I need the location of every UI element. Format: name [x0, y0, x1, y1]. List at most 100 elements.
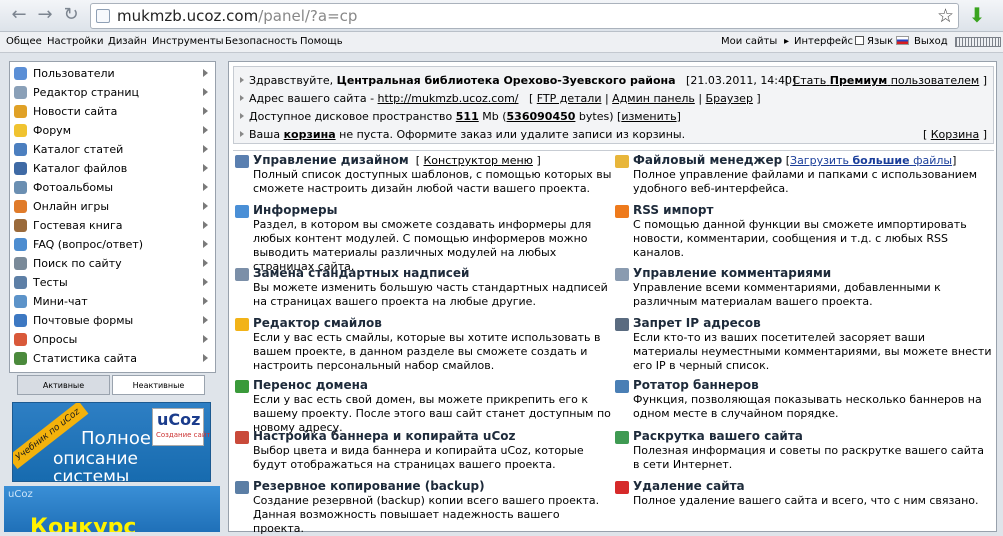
sidebar-item[interactable]: Каталог файлов: [10, 159, 215, 178]
smile-icon: [235, 318, 249, 331]
reload-icon[interactable]: ↻: [60, 4, 82, 26]
disk-change-link[interactable]: изменить: [621, 110, 676, 123]
submenu-arrow-icon: [203, 316, 208, 324]
module-cell: Перенос домена Если у вас есть свой домен…: [235, 377, 615, 434]
sidebar-item[interactable]: Мини-чат: [10, 292, 215, 311]
address-bar[interactable]: mukmzb.ucoz.com/panel/?a=cp ☆: [90, 3, 959, 29]
chat-icon: [14, 295, 27, 308]
greeting-datetime: [21.03.2011, 14:40]: [686, 74, 797, 87]
sidebar-item[interactable]: Поиск по сайту: [10, 254, 215, 273]
sidebar-item[interactable]: Редактор страниц: [10, 83, 215, 102]
submenu-arrow-icon: [203, 145, 208, 153]
module-title-link[interactable]: Перенос домена: [253, 378, 368, 392]
sidebar-item[interactable]: FAQ (вопрос/ответ): [10, 235, 215, 254]
banner-line2: описание системы: [53, 449, 138, 482]
sidebar-item-label: Мини-чат: [33, 295, 88, 308]
menu-constructor-link[interactable]: Конструктор меню: [423, 154, 532, 167]
guestbook-icon: [14, 219, 27, 232]
menu-language[interactable]: Язык: [867, 36, 910, 48]
module-title-link[interactable]: RSS импорт: [633, 203, 713, 217]
ucoz-manual-banner[interactable]: Учебник по uCoz uCoz Создание сайтов Пол…: [12, 402, 211, 482]
menu-interface[interactable]: Интерфейс: [794, 36, 865, 48]
menu-language-label: Язык: [867, 36, 894, 47]
module-cell: RSS импорт С помощью данной функции вы см…: [615, 202, 995, 259]
module-title-link[interactable]: Резервное копирование (backup): [253, 479, 485, 493]
sidebar-item[interactable]: Форум: [10, 121, 215, 140]
cart-word[interactable]: корзина: [284, 128, 336, 141]
module-title-link[interactable]: Раскрутка вашего сайта: [633, 429, 803, 443]
mail-icon: [14, 314, 27, 327]
sidebar-item[interactable]: Фотоальбомы: [10, 178, 215, 197]
resize-handle-icon[interactable]: [955, 37, 1001, 47]
sidebar-item[interactable]: Статистика сайта: [10, 349, 215, 368]
contest-banner[interactable]: uCoz Конкурс: [4, 486, 220, 532]
submenu-arrow-icon: [203, 202, 208, 210]
back-arrow-icon[interactable]: ←: [8, 4, 30, 26]
tab-inactive[interactable]: Неактивные: [112, 375, 205, 395]
module-description: Полный список доступных шаблонов, с помо…: [253, 168, 612, 195]
module-title-link[interactable]: Ротатор баннеров: [633, 378, 759, 392]
module-cell: Редактор смайлов Если у вас есть смайлы, …: [235, 315, 615, 372]
pages-icon: [14, 86, 27, 99]
module-title-link[interactable]: Замена стандартных надписей: [253, 266, 469, 280]
module-title-link[interactable]: Настройка баннера и копирайта uCoz: [253, 429, 516, 443]
module-title-link[interactable]: Запрет IP адресов: [633, 316, 761, 330]
module-title-link[interactable]: Управление комментариями: [633, 266, 831, 280]
tab-active[interactable]: Активные: [17, 375, 110, 395]
sidebar-item-label: Тесты: [33, 276, 68, 289]
module-title-link[interactable]: Редактор смайлов: [253, 316, 382, 330]
sidebar-item-label: Новости сайта: [33, 105, 118, 118]
forward-arrow-icon[interactable]: →: [34, 4, 56, 26]
promo-icon: [615, 431, 629, 444]
page-icon: [96, 9, 110, 23]
sidebar-item[interactable]: Тесты: [10, 273, 215, 292]
ftp-details-link[interactable]: FTP детали: [537, 92, 602, 105]
sidebar-item[interactable]: Каталог статей: [10, 140, 215, 159]
download-arrow-icon[interactable]: ⬇: [966, 4, 988, 26]
menu-help[interactable]: Помощь: [300, 36, 343, 48]
module-extra-link: [Загрузить большие файлы]: [782, 154, 957, 167]
bookmark-star-icon[interactable]: ☆: [937, 4, 954, 28]
browser-link[interactable]: Браузер: [706, 92, 753, 105]
sidebar-item-label: Почтовые формы: [33, 314, 134, 327]
menu-my-sites[interactable]: Мои сайты: [721, 36, 777, 48]
submenu-arrow-icon: [203, 335, 208, 343]
content-divider: [233, 150, 994, 151]
menu-logout[interactable]: Выход: [914, 36, 948, 48]
sidebar-item[interactable]: Новости сайта: [10, 102, 215, 121]
module-title-link[interactable]: Удаление сайта: [633, 479, 745, 493]
site-address-link[interactable]: http://mukmzb.ucoz.com/: [378, 92, 519, 105]
rotator-icon: [615, 380, 629, 393]
module-title-link[interactable]: Информеры: [253, 203, 337, 217]
greeting-prefix: Здравствуйте,: [249, 74, 334, 87]
upload-large-files-link[interactable]: Загрузить большие файлы: [790, 154, 952, 167]
premium-link[interactable]: Стать Премиум пользователем: [793, 74, 980, 87]
games-icon: [14, 200, 27, 213]
module-description: Выбор цвета и вида баннера и копирайта u…: [253, 444, 584, 471]
menu-security[interactable]: Безопасность: [225, 36, 298, 48]
info-box: Здравствуйте, Центральная библиотека Оре…: [233, 66, 994, 144]
sidebar-item[interactable]: Пользователи: [10, 64, 215, 83]
menu-design[interactable]: Дизайн: [108, 36, 147, 48]
menu-tools[interactable]: Инструменты: [152, 36, 224, 48]
module-description: С помощью данной функции вы сможете импо…: [633, 218, 967, 259]
menu-general[interactable]: Общее: [6, 36, 42, 48]
address-label: Адрес вашего сайта -: [249, 92, 375, 105]
module-title-link[interactable]: Файловый менеджер: [633, 153, 782, 167]
disk-unit: Mb: [482, 110, 499, 123]
sidebar-tabs: Активные Неактивные: [17, 375, 206, 395]
interface-checkbox[interactable]: [855, 36, 865, 45]
menu-settings[interactable]: Настройки: [47, 36, 103, 48]
submenu-arrow-icon: [203, 183, 208, 191]
module-title-link[interactable]: Управление дизайном: [253, 153, 409, 167]
sidebar-item[interactable]: Опросы: [10, 330, 215, 349]
premium-link-word: Стать: [792, 74, 827, 87]
admin-panel-link[interactable]: Админ панель: [612, 92, 695, 105]
sidebar-item[interactable]: Почтовые формы: [10, 311, 215, 330]
url-text[interactable]: mukmzb.ucoz.com/panel/?a=cp: [117, 7, 357, 25]
panel-menubar: Общее Настройки Дизайн Инструменты Безоп…: [0, 32, 1003, 53]
sidebar-item[interactable]: Онлайн игры: [10, 197, 215, 216]
cart-link[interactable]: Корзина: [931, 128, 979, 141]
sidebar-item[interactable]: Гостевая книга: [10, 216, 215, 235]
module-cell: Удаление сайта Полное удаление вашего сай…: [615, 478, 995, 528]
